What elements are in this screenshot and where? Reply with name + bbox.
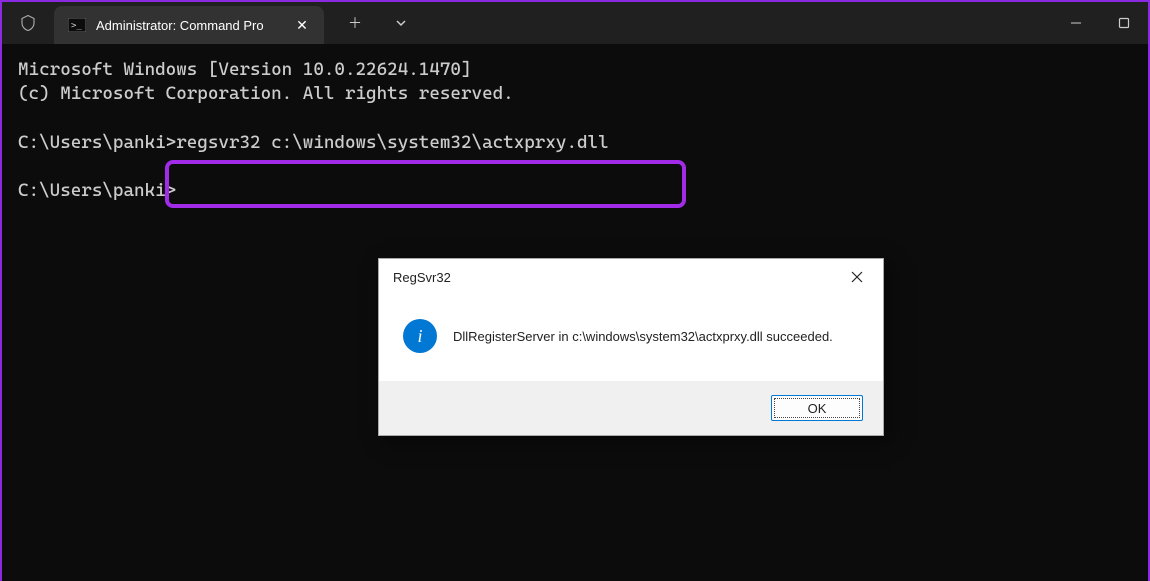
dialog-close-button[interactable] [835, 261, 879, 293]
terminal-output: Microsoft Windows [Version 10.0.22624.14… [18, 58, 1132, 204]
dialog-footer: OK [379, 381, 883, 435]
dialog-titlebar[interactable]: RegSvr32 [379, 259, 883, 295]
window-titlebar: >_ Administrator: Command Pro ✕ ＋ [2, 2, 1148, 44]
close-icon [851, 271, 863, 283]
terminal-tab[interactable]: >_ Administrator: Command Pro ✕ [54, 6, 324, 44]
dialog-message: DllRegisterServer in c:\windows\system32… [453, 329, 833, 344]
ok-button[interactable]: OK [771, 395, 863, 421]
minimize-icon [1070, 17, 1082, 29]
uac-shield-area [2, 2, 54, 44]
terminal-prompt: C:\Users\panki> [18, 180, 176, 201]
tab-title: Administrator: Command Pro [96, 18, 282, 33]
maximize-icon [1118, 17, 1130, 29]
regsvr32-dialog: RegSvr32 i DllRegisterServer in c:\windo… [378, 258, 884, 436]
dialog-body: i DllRegisterServer in c:\windows\system… [379, 295, 883, 381]
window-controls [1052, 2, 1148, 44]
chevron-down-icon [395, 17, 407, 29]
cmd-icon: >_ [68, 18, 86, 32]
terminal-line: (c) Microsoft Corporation. All rights re… [18, 83, 514, 104]
terminal-line: Microsoft Windows [Version 10.0.22624.14… [18, 59, 472, 80]
tab-dropdown-button[interactable] [378, 2, 424, 44]
terminal-content[interactable]: Microsoft Windows [Version 10.0.22624.14… [2, 44, 1148, 581]
dialog-title: RegSvr32 [393, 270, 835, 285]
new-tab-button[interactable]: ＋ [332, 2, 378, 44]
tab-close-button[interactable]: ✕ [292, 15, 312, 35]
terminal-line: C:\Users\panki>regsvr32 c:\windows\syste… [18, 132, 609, 153]
maximize-button[interactable] [1100, 2, 1148, 44]
minimize-button[interactable] [1052, 2, 1100, 44]
svg-text:>_: >_ [71, 21, 82, 31]
info-icon: i [403, 319, 437, 353]
shield-icon [19, 13, 37, 33]
